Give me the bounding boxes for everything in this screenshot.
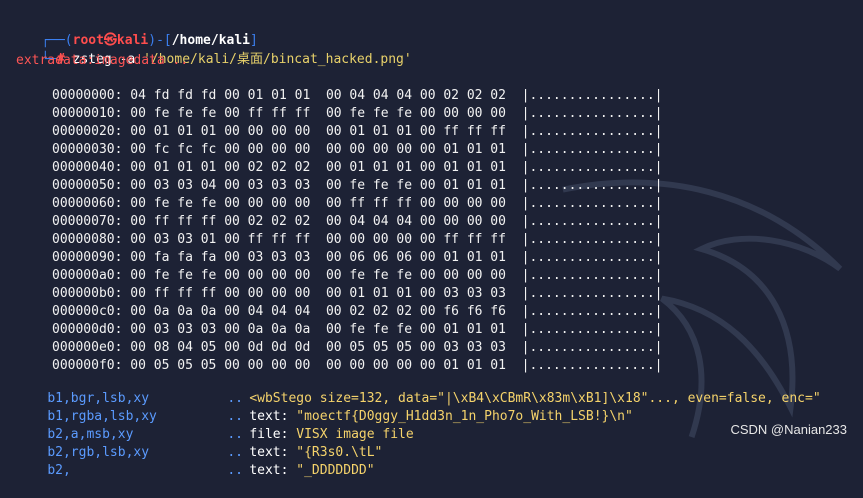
hex-ascii: |................| — [521, 232, 663, 247]
hex-offset: 00000070: — [52, 214, 123, 229]
hexdump-row: 000000d0: 00 03 03 03 00 0a 0a 0a 00 fe … — [52, 321, 663, 339]
hex-bytes: 00 fa fa fa 00 03 03 03 00 06 06 06 00 0… — [130, 250, 506, 265]
hex-offset: 000000c0: — [52, 304, 123, 319]
hex-offset: 00000060: — [52, 196, 123, 211]
hexdump-row: 00000040: 00 01 01 01 00 02 02 02 00 01 … — [52, 159, 663, 177]
hex-bytes: 00 fc fc fc 00 00 00 00 00 00 00 00 00 0… — [130, 142, 506, 157]
hex-ascii: |................| — [521, 250, 663, 265]
csdn-watermark: CSDN @Nanian233 — [730, 422, 847, 437]
hex-offset: 00000030: — [52, 142, 123, 157]
result-line: b2,.. text: "_DDDDDDD" — [16, 444, 375, 498]
hex-bytes: 00 03 03 03 00 0a 0a 0a 00 fe fe fe 00 0… — [130, 322, 506, 337]
hex-offset: 00000080: — [52, 232, 123, 247]
hex-bytes: 00 01 01 01 00 02 02 02 00 01 01 01 00 0… — [130, 160, 506, 175]
hex-offset: 000000b0: — [52, 286, 123, 301]
hexdump-block: 00000000: 04 fd fd fd 00 01 01 01 00 04 … — [52, 87, 663, 375]
hexdump-row: 00000000: 04 fd fd fd 00 01 01 01 00 04 … — [52, 87, 663, 105]
hex-ascii: |................| — [521, 160, 663, 175]
hex-offset: 000000a0: — [52, 268, 123, 283]
hex-offset: 00000090: — [52, 250, 123, 265]
extradata-line: extradata:imagedata .. — [16, 53, 189, 68]
hex-bytes: 00 fe fe fe 00 ff ff ff 00 fe fe fe 00 0… — [130, 106, 506, 121]
hex-ascii: |................| — [521, 196, 663, 211]
hex-ascii: |................| — [521, 268, 663, 283]
hex-bytes: 00 03 03 04 00 03 03 03 00 fe fe fe 00 0… — [130, 178, 506, 193]
hexdump-row: 00000020: 00 01 01 01 00 00 00 00 00 01 … — [52, 123, 663, 141]
hex-ascii: |................| — [521, 88, 663, 103]
hex-offset: 000000d0: — [52, 322, 123, 337]
hex-ascii: |................| — [521, 214, 663, 229]
hex-bytes: 00 0a 0a 0a 00 04 04 04 00 02 02 02 00 f… — [130, 304, 506, 319]
hexdump-row: 000000a0: 00 fe fe fe 00 00 00 00 00 fe … — [52, 267, 663, 285]
hex-offset: 00000000: — [52, 88, 123, 103]
hex-ascii: |................| — [521, 322, 663, 337]
hex-ascii: |................| — [521, 304, 663, 319]
hex-offset: 00000040: — [52, 160, 123, 175]
hex-bytes: 04 fd fd fd 00 01 01 01 00 04 04 04 00 0… — [130, 88, 506, 103]
result-key: b2, — [47, 463, 71, 478]
hex-bytes: 00 fe fe fe 00 00 00 00 00 ff ff ff 00 0… — [130, 196, 506, 211]
hexdump-row: 00000050: 00 03 03 04 00 03 03 03 00 fe … — [52, 177, 663, 195]
hexdump-row: 00000090: 00 fa fa fa 00 03 03 03 00 06 … — [52, 249, 663, 267]
hexdump-row: 00000010: 00 fe fe fe 00 ff ff ff 00 fe … — [52, 105, 663, 123]
hexdump-row: 00000070: 00 ff ff ff 00 02 02 02 00 04 … — [52, 213, 663, 231]
hex-ascii: |................| — [521, 178, 663, 193]
result-value: "_DDDDDDD" — [296, 463, 375, 478]
hex-bytes: 00 fe fe fe 00 00 00 00 00 fe fe fe 00 0… — [130, 268, 506, 283]
hex-bytes: 00 ff ff ff 00 00 00 00 00 01 01 01 00 0… — [130, 286, 506, 301]
hex-offset: 00000020: — [52, 124, 123, 139]
hex-ascii: |................| — [521, 340, 663, 355]
hex-offset: 00000010: — [52, 106, 123, 121]
hex-offset: 00000050: — [52, 178, 123, 193]
hexdump-row: 00000060: 00 fe fe fe 00 00 00 00 00 ff … — [52, 195, 663, 213]
hexdump-row: 00000080: 00 03 03 01 00 ff ff ff 00 00 … — [52, 231, 663, 249]
hex-bytes: 00 03 03 01 00 ff ff ff 00 00 00 00 00 f… — [130, 232, 506, 247]
result-label: text: — [249, 463, 297, 478]
hexdump-row: 00000030: 00 fc fc fc 00 00 00 00 00 00 … — [52, 141, 663, 159]
hex-bytes: 00 08 04 05 00 0d 0d 0d 00 05 05 05 00 0… — [130, 340, 506, 355]
hexdump-row: 000000e0: 00 08 04 05 00 0d 0d 0d 00 05 … — [52, 339, 663, 357]
hex-ascii: |................| — [521, 106, 663, 121]
result-dots: .. — [227, 463, 243, 478]
hexdump-row: 000000b0: 00 ff ff ff 00 00 00 00 00 01 … — [52, 285, 663, 303]
hex-bytes: 00 ff ff ff 00 02 02 02 00 04 04 04 00 0… — [130, 214, 506, 229]
hex-ascii: |................| — [521, 286, 663, 301]
hex-bytes: 00 01 01 01 00 00 00 00 00 01 01 01 00 f… — [130, 124, 506, 139]
hex-ascii: |................| — [521, 142, 663, 157]
hexdump-row: 000000c0: 00 0a 0a 0a 00 04 04 04 00 02 … — [52, 303, 663, 321]
hex-ascii: |................| — [521, 124, 663, 139]
hex-offset: 000000e0: — [52, 340, 123, 355]
terminal-window[interactable]: ┌──(root㉿kali)-[/home/kali] └─# zsteg -a… — [0, 0, 863, 478]
